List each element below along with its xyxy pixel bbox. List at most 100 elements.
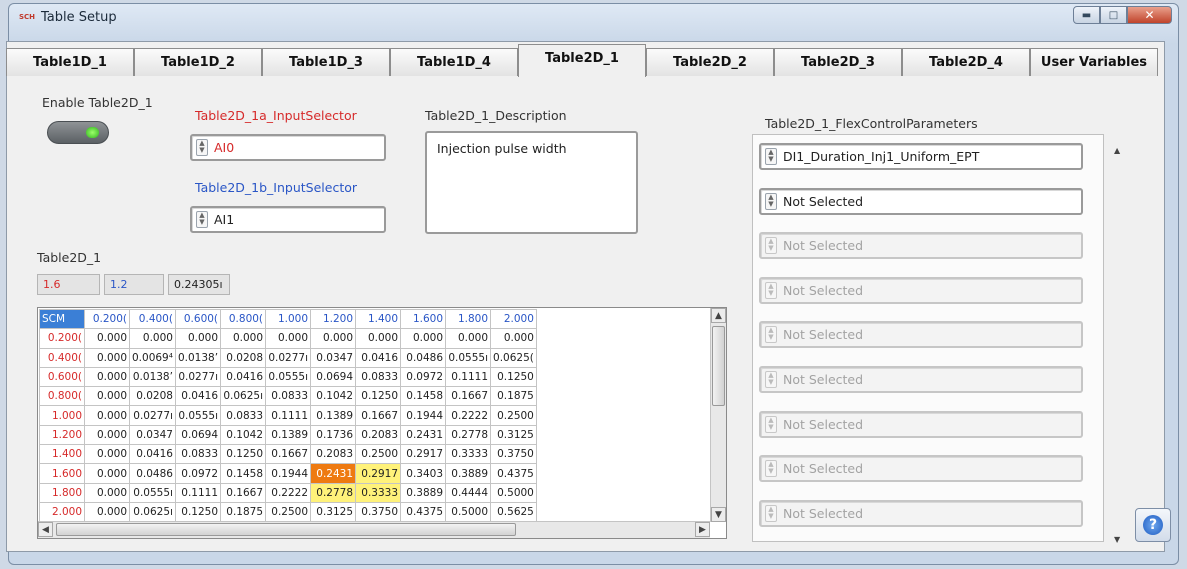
flex-param-selector[interactable]: ▲ ▼ Not Selected — [759, 321, 1083, 349]
table-cell[interactable]: 0.0416 — [355, 347, 402, 368]
table-cell[interactable]: 0.000 — [129, 328, 176, 349]
horizontal-scrollbar[interactable]: ◀ ▶ — [38, 521, 710, 538]
row-header-cell[interactable]: 1.000 — [39, 405, 85, 426]
tab-table2d_1[interactable]: Table2D_1 — [518, 44, 646, 77]
table-cell[interactable]: 0.2500 — [265, 501, 312, 523]
column-header-cell[interactable]: 2.000 — [490, 308, 537, 330]
column-header-cell[interactable]: 0.200( — [84, 308, 130, 330]
row-index-field[interactable]: 1.6 — [37, 274, 100, 295]
table-cell[interactable]: 0.0069⁴ — [129, 347, 176, 368]
table-cell[interactable]: 0.0555ı — [174, 405, 222, 426]
table-cell[interactable]: 0.0625ı — [220, 386, 267, 407]
table-cell[interactable]: 0.1736 — [310, 424, 357, 446]
scroll-down-icon[interactable]: ▼ — [1114, 535, 1120, 544]
table-cell[interactable]: 0.1667 — [355, 405, 402, 426]
table-cell[interactable]: 0.0833 — [174, 444, 222, 465]
col-index-field[interactable]: 1.2 — [104, 274, 164, 295]
table-cell[interactable]: 0.000 — [84, 386, 130, 407]
table-cell[interactable]: 0.000 — [310, 328, 357, 349]
table-cell[interactable]: 0.2500 — [355, 444, 402, 465]
table-cell[interactable]: 0.0694 — [310, 366, 357, 388]
vertical-scroll-thumb[interactable] — [712, 326, 725, 406]
spin-arrows-icon[interactable]: ▲ ▼ — [765, 371, 777, 388]
column-header-cell[interactable]: 1.600 — [400, 308, 447, 330]
horizontal-scroll-thumb[interactable] — [56, 523, 516, 536]
table-cell[interactable]: 0.2083 — [355, 424, 402, 446]
column-header-cell[interactable]: 0.400( — [129, 308, 176, 330]
table-cell[interactable]: 0.3889 — [400, 482, 447, 503]
table-cell[interactable]: 0.3333 — [445, 444, 492, 465]
table-cell[interactable]: 0.1875 — [490, 386, 537, 407]
column-header-cell[interactable]: 1.800 — [445, 308, 492, 330]
flex-param-selector[interactable]: ▲ ▼ DI1_Duration_Inj1_Uniform_EPT — [759, 143, 1083, 170]
table-cell[interactable]: 0.0138’ — [129, 366, 176, 388]
table-cell[interactable]: 0.000 — [355, 328, 402, 349]
table-cell[interactable]: 0.2222 — [445, 405, 492, 426]
spin-arrows-icon[interactable]: ▲ ▼ — [196, 139, 208, 156]
column-header-cell[interactable]: 0.600( — [174, 308, 222, 330]
table-cell[interactable]: 0.0555ı — [265, 366, 312, 388]
table-cell[interactable]: 0.0277ı — [265, 347, 312, 368]
table-cell[interactable]: 0.1111 — [445, 366, 492, 388]
table-cell[interactable]: 0.000 — [220, 328, 267, 349]
help-button[interactable] — [1135, 508, 1171, 542]
vertical-scrollbar[interactable]: ▲ ▼ — [710, 308, 726, 522]
minimize-button[interactable]: ▬ — [1073, 6, 1100, 24]
table-cell[interactable]: 0.2083 — [310, 444, 357, 465]
highlighted-table-cell[interactable]: 0.3333 — [355, 482, 402, 503]
tab-table1d_3[interactable]: Table1D_3 — [262, 48, 390, 76]
table-cell[interactable]: 0.000 — [84, 444, 130, 465]
table-cell[interactable]: 0.1667 — [220, 482, 267, 503]
table-cell[interactable]: 0.0486 — [400, 347, 447, 368]
table-cell[interactable]: 0.4444 — [445, 482, 492, 503]
row-header-cell[interactable]: 0.800( — [39, 386, 85, 407]
spin-arrows-icon[interactable]: ▲ ▼ — [765, 326, 777, 344]
table-cell[interactable]: 0.000 — [445, 328, 492, 349]
table-cell[interactable]: 0.1458 — [220, 463, 267, 484]
table-cell[interactable]: 0.1250 — [220, 444, 267, 465]
spin-arrows-icon[interactable]: ▲ ▼ — [196, 211, 208, 228]
maximize-button[interactable]: □ — [1100, 6, 1127, 24]
table-cell[interactable]: 0.0208 — [129, 386, 176, 407]
table-cell[interactable]: 0.0277ı — [129, 405, 176, 426]
tab-user-variables[interactable]: User Variables — [1030, 48, 1158, 76]
row-header-cell[interactable]: 0.600( — [39, 366, 85, 388]
spin-arrows-icon[interactable]: ▲ ▼ — [765, 504, 777, 522]
spin-arrows-icon[interactable]: ▲ ▼ — [765, 237, 777, 255]
table-cell[interactable]: 0.000 — [84, 405, 130, 426]
column-header-cell[interactable]: 1.200 — [310, 308, 357, 330]
close-button[interactable]: ✕ — [1127, 6, 1172, 24]
table-cell[interactable]: 0.1389 — [265, 424, 312, 446]
table-cell[interactable]: 0.1250 — [490, 366, 537, 388]
row-header-cell[interactable]: 0.200( — [39, 328, 85, 349]
table-cell[interactable]: 0.000 — [84, 328, 130, 349]
row-header-cell[interactable]: 1.800 — [39, 482, 85, 503]
spin-arrows-icon[interactable]: ▲ ▼ — [765, 415, 777, 433]
scroll-up-icon[interactable]: ▲ — [711, 308, 726, 323]
table-cell[interactable]: 0.0486 — [129, 463, 176, 484]
flex-param-selector[interactable]: ▲ ▼ Not Selected — [759, 455, 1083, 483]
table-cell[interactable]: 0.3889 — [445, 463, 492, 484]
led-indicator[interactable] — [47, 121, 109, 144]
table-cell[interactable]: 0.0972 — [400, 366, 447, 388]
table-cell[interactable]: 0.3125 — [310, 501, 357, 523]
table-cell[interactable]: 0.000 — [400, 328, 447, 349]
table-cell[interactable]: 0.5000 — [445, 501, 492, 523]
tab-table2d_2[interactable]: Table2D_2 — [646, 48, 774, 76]
table-cell[interactable]: 0.0625ı — [129, 501, 176, 523]
table-cell[interactable]: 0.0416 — [174, 386, 222, 407]
table-cell[interactable]: 0.2500 — [490, 405, 537, 426]
table-cell[interactable]: 0.2431 — [400, 424, 447, 446]
tab-table1d_1[interactable]: Table1D_1 — [6, 48, 134, 76]
table-cell[interactable]: 0.2222 — [265, 482, 312, 503]
table-cell[interactable]: 0.0972 — [174, 463, 222, 484]
selector-b[interactable]: ▲ ▼ AI1 — [190, 206, 386, 233]
flex-param-selector[interactable]: ▲ ▼ Not Selected — [759, 499, 1083, 527]
table-cell[interactable]: 0.0833 — [355, 366, 402, 388]
table-cell[interactable]: 0.3403 — [400, 463, 447, 484]
table-cell[interactable]: 0.4375 — [400, 501, 447, 523]
table-cell[interactable]: 0.000 — [490, 328, 537, 349]
scroll-down-icon[interactable]: ▼ — [711, 507, 726, 522]
table-cell[interactable]: 0.1111 — [174, 482, 222, 503]
table-cell[interactable]: 0.1458 — [400, 386, 447, 407]
